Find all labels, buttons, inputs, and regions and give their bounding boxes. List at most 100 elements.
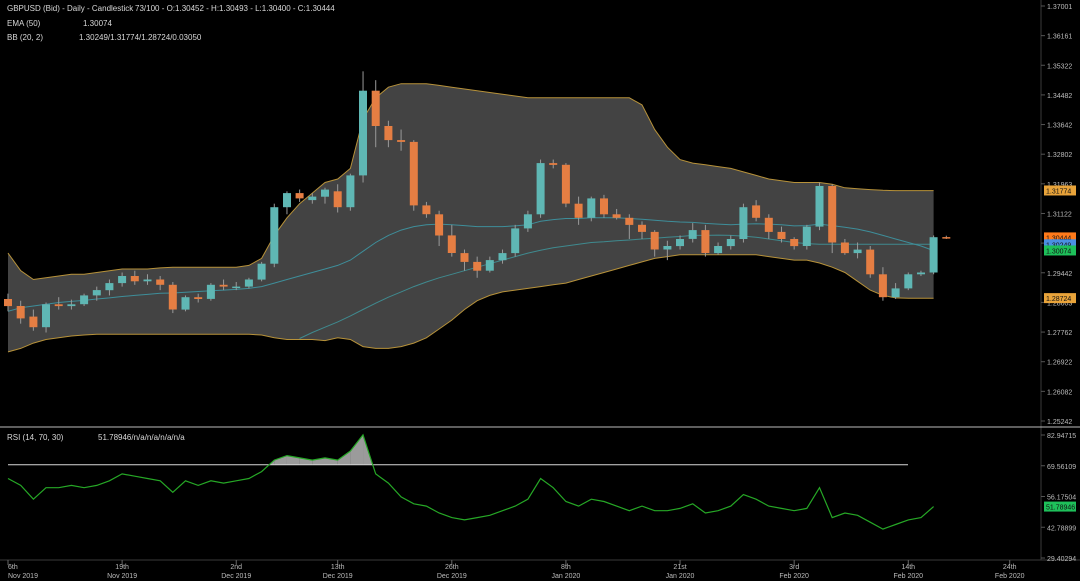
- price-tick-label: 1.25242: [1047, 419, 1072, 426]
- price-tick-label: 1.33642: [1047, 123, 1072, 130]
- rsi-badge-label: 51.78946: [1046, 505, 1075, 512]
- bollinger-bands: [7, 83, 934, 353]
- candle-body: [688, 230, 697, 239]
- candle-body: [244, 279, 253, 287]
- time-tick-month: Jan 2020: [666, 573, 695, 580]
- candle-body: [384, 126, 393, 141]
- rsi-overbought-fill: [350, 434, 364, 465]
- candle-body: [929, 237, 938, 273]
- candle-body: [118, 276, 127, 284]
- candle-body: [194, 297, 203, 299]
- candle-body: [485, 260, 494, 271]
- candle-body: [777, 231, 786, 239]
- candle-body: [790, 239, 799, 247]
- candle-body: [739, 207, 748, 239]
- candle-body: [752, 205, 761, 218]
- candle-body: [701, 230, 710, 253]
- candle-body: [67, 304, 76, 307]
- candle-body: [549, 163, 558, 165]
- candle-body: [333, 191, 342, 208]
- candle-body: [283, 193, 291, 208]
- candle-body: [42, 304, 50, 328]
- candle-body: [346, 175, 355, 208]
- price-tick-label: 1.32802: [1047, 152, 1072, 159]
- candle-body: [650, 231, 659, 250]
- candle-body: [714, 246, 723, 254]
- candle-body: [105, 283, 114, 291]
- candle-body: [92, 290, 101, 296]
- candle-body: [676, 239, 684, 247]
- price-badge-label: 1.30074: [1046, 248, 1071, 255]
- candle-body: [612, 214, 621, 218]
- candle-body: [460, 253, 469, 262]
- candle-body: [866, 249, 875, 275]
- price-badge-label: 1.28724: [1046, 296, 1071, 303]
- candle-body: [206, 284, 215, 299]
- candle-body: [942, 237, 951, 239]
- candle-body: [321, 189, 329, 197]
- candle-body: [600, 198, 608, 215]
- time-tick-day: 3rd: [789, 564, 799, 571]
- candle-body: [422, 205, 431, 215]
- candle-body: [523, 214, 532, 229]
- candle-body: [181, 297, 190, 310]
- candle-body: [891, 288, 900, 298]
- rsi-line: [7, 433, 934, 530]
- candle-body: [878, 274, 887, 298]
- rsi-tick-label: 42.78899: [1047, 525, 1076, 532]
- candle-body: [904, 274, 913, 289]
- time-tick-month: Nov 2019: [107, 573, 137, 580]
- candle-body: [29, 316, 38, 328]
- candle-body: [574, 203, 583, 218]
- candle-body: [270, 207, 279, 264]
- rsi-tick-label: 82.94715: [1047, 433, 1076, 440]
- candle-body: [815, 186, 824, 227]
- price-tick-label: 1.26922: [1047, 360, 1072, 367]
- candle-body: [80, 295, 89, 305]
- time-tick-day: 21st: [673, 564, 686, 571]
- candle-body: [802, 226, 811, 246]
- price-tick-label: 1.37001: [1047, 4, 1072, 11]
- candle-body: [257, 263, 266, 280]
- candle-body: [409, 141, 418, 206]
- price-tick-label: 1.29442: [1047, 271, 1072, 278]
- time-tick-day: 6th: [8, 564, 18, 571]
- time-tick-day: 8th: [561, 564, 571, 571]
- time-tick-month: Dec 2019: [323, 573, 353, 580]
- price-tick-label: 1.27762: [1047, 330, 1072, 337]
- candle-body: [536, 163, 545, 215]
- candle-body: [232, 286, 241, 289]
- price-tick-label: 1.36161: [1047, 34, 1072, 41]
- candle-body: [143, 279, 152, 282]
- candle-body: [917, 272, 925, 275]
- candle-body: [840, 242, 849, 254]
- candle-body: [498, 253, 507, 261]
- candle-body: [295, 193, 304, 199]
- time-tick-day: 2nd: [230, 564, 242, 571]
- rsi-tick-label: 56.17504: [1047, 495, 1076, 502]
- time-tick-month: Jan 2020: [552, 573, 581, 580]
- candle-body: [828, 186, 837, 243]
- candle-body: [726, 239, 735, 247]
- candle-body: [54, 304, 63, 307]
- candle-body: [130, 276, 139, 282]
- time-tick-month: Feb 2020: [893, 573, 923, 580]
- price-tick-label: 1.31122: [1047, 211, 1072, 218]
- candle-body: [219, 284, 228, 287]
- candle-body: [764, 217, 773, 232]
- time-tick-month: Feb 2020: [779, 573, 809, 580]
- candle-body: [853, 249, 862, 254]
- price-badge-label: 1.31774: [1046, 188, 1071, 195]
- candlestick-chart[interactable]: 1.37001 1.36161 1.35322 1.34482 1.33642 1.328…: [0, 0, 1080, 581]
- time-tick-day: 26th: [445, 564, 459, 571]
- time-tick-month: Dec 2019: [221, 573, 251, 580]
- candle-body: [371, 90, 380, 126]
- time-tick-day: 24th: [1003, 564, 1017, 571]
- time-tick-day: 19th: [115, 564, 129, 571]
- candle-body: [447, 235, 456, 253]
- candle-body: [561, 164, 570, 204]
- candle-body: [625, 217, 634, 225]
- candle-body: [359, 90, 367, 176]
- candle-body: [638, 224, 646, 232]
- candle-body: [587, 198, 596, 218]
